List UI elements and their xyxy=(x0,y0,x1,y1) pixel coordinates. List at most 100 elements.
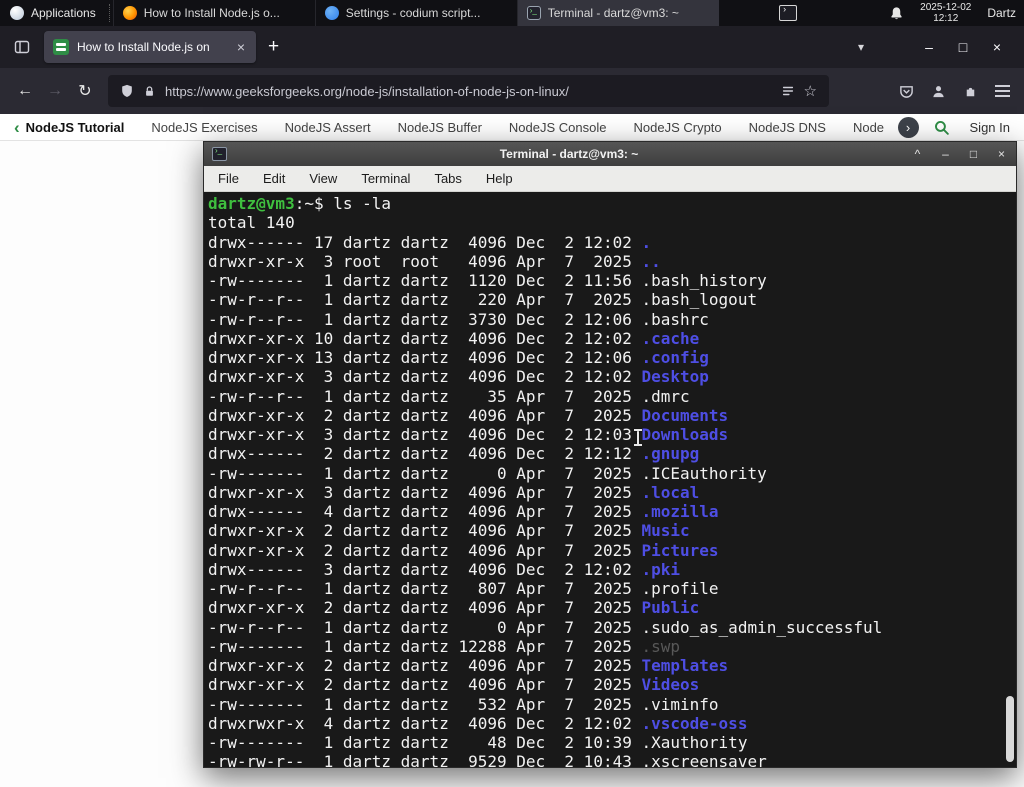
search-icon[interactable] xyxy=(933,119,950,136)
top-panel: Applications How to Install Node.js o...… xyxy=(0,0,1024,26)
terminal-output: dartz@vm3:~$ ls -la total 140 drwx------ 1… xyxy=(204,192,1016,767)
applications-menu-button[interactable]: Applications xyxy=(0,0,106,26)
taskbar-button-label: Settings - codium script... xyxy=(345,6,481,20)
terminal-close-button[interactable]: × xyxy=(995,147,1008,161)
browser-minimize-button[interactable]: – xyxy=(912,39,946,55)
site-nav-link[interactable]: NodeJS Buffer xyxy=(398,120,482,135)
terminal-file-line: drwxr-xr-x 10 dartz dartz 4096 Dec 2 12:… xyxy=(208,328,700,348)
terminal-file-line: -rw------- 1 dartz dartz 12288 Apr 7 202… xyxy=(208,636,681,656)
reload-button[interactable]: ↻ xyxy=(70,81,100,101)
terminal-maximize-button[interactable]: □ xyxy=(967,147,980,161)
site-nav-link[interactable]: NodeJS Tutorial xyxy=(26,120,125,135)
terminal-file-line: drwxr-xr-x 2 dartz dartz 4096 Apr 7 2025… xyxy=(208,521,690,541)
terminal-file-line: drwxr-xr-x 3 root root 4096 Apr 7 2025 .… xyxy=(208,251,661,271)
site-nav-link[interactable]: Node xyxy=(853,120,884,135)
terminal-file-line: drwx------ 17 dartz dartz 4096 Dec 2 12:… xyxy=(208,232,652,252)
terminal-file-line: -rw------- 1 dartz dartz 1120 Dec 2 11:5… xyxy=(208,271,767,290)
panel-separator xyxy=(108,4,110,22)
extensions-puzzle-icon[interactable] xyxy=(963,84,978,99)
system-tray: 2025-12-02 12:12 Dartz xyxy=(779,0,1024,26)
toolbar-icons xyxy=(899,84,1014,99)
taskbar-button-terminal[interactable]: Terminal - dartz@vm3: ~ xyxy=(516,0,719,26)
browser-close-button[interactable]: × xyxy=(980,39,1014,55)
back-button[interactable]: ← xyxy=(10,82,40,100)
account-icon[interactable] xyxy=(931,84,946,99)
terminal-window: Terminal - dartz@vm3: ~ ^ – □ × File Edit… xyxy=(203,141,1017,768)
terminal-file-line: drwxr-xr-x 2 dartz dartz 4096 Apr 7 2025… xyxy=(208,675,700,695)
site-nav-link[interactable]: NodeJS DNS xyxy=(749,120,826,135)
firefox-view-icon[interactable] xyxy=(14,39,30,55)
terminal-shade-button[interactable]: ^ xyxy=(911,147,924,161)
terminal-file-line: drwxr-xr-x 3 dartz dartz 4096 Dec 2 12:0… xyxy=(208,425,729,444)
terminal-file-line: -rw-r--r-- 1 dartz dartz 0 Apr 7 2025 .s… xyxy=(208,617,883,637)
browser-tab[interactable]: How to Install Node.js on × xyxy=(44,31,256,63)
clock-time: 12:12 xyxy=(933,13,959,24)
terminal-menu-tabs[interactable]: Tabs xyxy=(434,171,461,186)
menu-hamburger-icon[interactable] xyxy=(995,85,1010,97)
site-nav-link[interactable]: NodeJS Exercises xyxy=(151,120,257,135)
reader-view-icon[interactable] xyxy=(781,84,795,98)
taskbar-button-codium[interactable]: Settings - codium script... xyxy=(314,0,517,26)
notifications-bell-icon[interactable] xyxy=(889,6,904,21)
shield-icon[interactable] xyxy=(120,84,134,98)
site-nav-link[interactable]: NodeJS Assert xyxy=(285,120,371,135)
lock-icon[interactable] xyxy=(143,85,156,98)
terminal-file-line: drwxr-xr-x 2 dartz dartz 4096 Apr 7 2025… xyxy=(208,598,700,618)
taskbar-button-label: How to Install Node.js o... xyxy=(143,6,280,20)
terminal-window-controls: ^ – □ × xyxy=(911,147,1008,161)
chevron-right-icon: › xyxy=(905,119,911,135)
taskbar-button-firefox[interactable]: How to Install Node.js o... xyxy=(112,0,315,26)
terminal-menu-terminal[interactable]: Terminal xyxy=(361,171,410,186)
url-text: https://www.geeksforgeeks.org/node-js/in… xyxy=(165,83,569,99)
pocket-icon[interactable] xyxy=(899,84,914,99)
terminal-scrollbar[interactable] xyxy=(1006,696,1014,762)
terminal-file-line: drwx------ 3 dartz dartz 4096 Dec 2 12:0… xyxy=(208,559,681,579)
terminal-file-line: -rw-r--r-- 1 dartz dartz 35 Apr 7 2025 .… xyxy=(208,386,690,406)
applications-label: Applications xyxy=(31,6,96,20)
terminal-file-line: -rw------- 1 dartz dartz 48 Dec 2 10:39 … xyxy=(208,733,748,752)
terminal-menu-file[interactable]: File xyxy=(218,171,239,186)
terminal-menubar: File Edit View Terminal Tabs Help xyxy=(204,166,1016,192)
terminal-file-line: -rw------- 1 dartz dartz 532 Apr 7 2025 … xyxy=(208,694,719,714)
terminal-icon xyxy=(526,6,541,20)
taskbar-button-label: Terminal - dartz@vm3: ~ xyxy=(547,6,679,20)
terminal-menu-view[interactable]: View xyxy=(309,171,337,186)
new-tab-button[interactable]: + xyxy=(268,36,279,58)
gfg-favicon xyxy=(53,39,69,55)
user-menu[interactable]: Dartz xyxy=(987,6,1016,20)
list-tabs-icon[interactable]: ▾ xyxy=(858,40,864,54)
terminal-file-line: -rw-r--r-- 1 dartz dartz 220 Apr 7 2025 … xyxy=(208,290,758,310)
tray-terminal-icon[interactable] xyxy=(779,4,798,21)
terminal-file-line: -rw-r--r-- 1 dartz dartz 3730 Dec 2 12:0… xyxy=(208,309,709,329)
terminal-file-line: drwxr-xr-x 2 dartz dartz 4096 Apr 7 2025… xyxy=(208,405,729,425)
site-nav-link[interactable]: NodeJS Crypto xyxy=(633,120,721,135)
browser-maximize-button[interactable]: □ xyxy=(946,39,980,55)
sign-in-button[interactable]: Sign In xyxy=(970,120,1010,135)
forward-button[interactable]: → xyxy=(40,82,70,100)
site-nav-links: NodeJS Tutorial NodeJS Exercises NodeJS As… xyxy=(26,120,894,135)
bookmark-star-icon[interactable]: ☆ xyxy=(804,82,817,100)
browser-toolbar: ← → ↻ https://www.geeksforgeeks.org/node… xyxy=(0,68,1024,114)
applications-icon xyxy=(10,6,24,20)
terminal-title: Terminal - dartz@vm3: ~ xyxy=(499,147,639,161)
terminal-menu-edit[interactable]: Edit xyxy=(263,171,285,186)
site-nav-link[interactable]: NodeJS Console xyxy=(509,120,607,135)
terminal-file-line: drwxr-xr-x 13 dartz dartz 4096 Dec 2 12:… xyxy=(208,348,709,367)
terminal-file-line: -rw-rw-r-- 1 dartz dartz 9529 Dec 2 10:4… xyxy=(208,752,767,767)
taskbar: How to Install Node.js o... Settings - co… xyxy=(112,0,719,26)
terminal-titlebar[interactable]: Terminal - dartz@vm3: ~ ^ – □ × xyxy=(204,142,1016,166)
terminal-menu-help[interactable]: Help xyxy=(486,171,513,186)
tab-bar: How to Install Node.js on × + ▾ – □ × xyxy=(0,26,1024,68)
terminal-file-line: drwx------ 2 dartz dartz 4096 Dec 2 12:1… xyxy=(208,444,700,464)
tab-close-icon[interactable]: × xyxy=(235,39,247,55)
codium-icon xyxy=(324,6,339,20)
nav-scroll-right-button[interactable]: › xyxy=(897,116,919,138)
terminal-file-line: drwxr-xr-x 2 dartz dartz 4096 Apr 7 2025… xyxy=(208,540,719,560)
clock-date: 2025-12-02 xyxy=(920,2,972,13)
nav-scroll-left-icon[interactable]: ‹ xyxy=(14,119,20,136)
clock[interactable]: 2025-12-02 12:12 xyxy=(920,2,971,24)
tab-title: How to Install Node.js on xyxy=(77,40,210,54)
terminal-minimize-button[interactable]: – xyxy=(939,147,952,161)
terminal-total-line: total 140 xyxy=(208,213,295,233)
url-bar[interactable]: https://www.geeksforgeeks.org/node-js/in… xyxy=(108,75,829,107)
